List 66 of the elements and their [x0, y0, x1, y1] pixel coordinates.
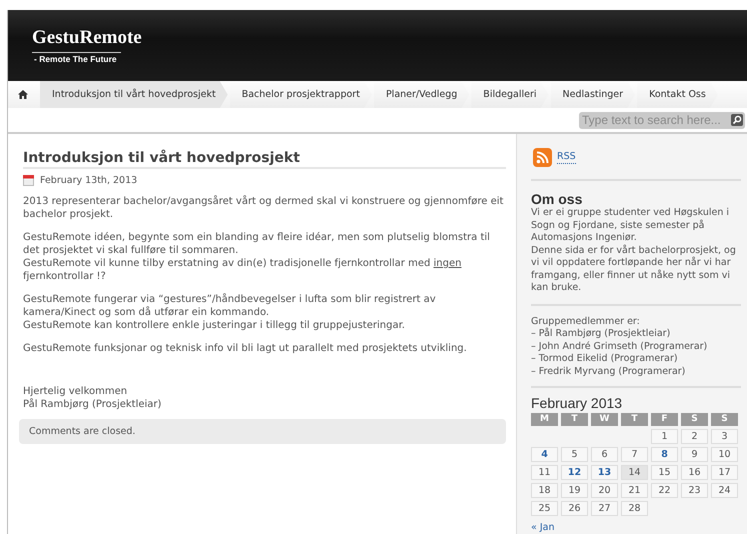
calendar-day: 9: [681, 446, 708, 462]
paragraph: 2013 representerar bachelor/avgangsåret vårt og dermed skal vi konstruere og gjennomføre eit bachelor prosjekt.: [23, 195, 504, 221]
member-line: – John André Grimseth (Programerar): [531, 340, 708, 353]
weekday-header: W: [591, 412, 618, 426]
calendar-day: 14: [621, 464, 648, 480]
about-text: Denne sida er for vårt bachelorprosjekt, og vi vil oppdatere fortløpande her når vi har framgang, eller finner ut nåke nytt som vi kan bruke.: [531, 244, 737, 294]
weekday-header: S: [681, 412, 708, 426]
weekday-header: T: [621, 412, 648, 426]
calendar-day: 16: [681, 464, 708, 480]
calendar-day: 24: [711, 482, 738, 498]
calendar-day: 1: [651, 428, 678, 444]
calendar-day: 19: [561, 482, 588, 498]
paragraph: GestuRemote idéen, begynte som ein blanding av fleire idéar, men som plutselig blomstra til det prosjektet vi skal fullføre til sommaren.: [23, 231, 491, 257]
calendar-day: 17: [711, 464, 738, 480]
site-title: GestuRemote: [32, 26, 142, 49]
signature-line: Hjertelig velkommen: [23, 385, 128, 398]
previous-month-link[interactable]: « Jan: [531, 522, 554, 534]
paragraph: GestuRemote funksjonar og teknisk info vil bli lagt ut parallelt med prosjektets utvikling.: [23, 342, 468, 355]
weekday-header: F: [651, 412, 678, 426]
member-line: – Pål Rambjørg (Prosjektleiar): [531, 328, 672, 340]
about-heading: Om oss: [531, 192, 584, 206]
search-field[interactable]: Type text to search here...: [579, 112, 745, 129]
post-title[interactable]: Introduksjon til vårt hovedprosjekt: [23, 152, 506, 169]
member-line: Gruppemedlemmer er:: [531, 316, 641, 328]
member-line: – Fredrik Myrvang (Programerar): [531, 366, 686, 378]
weekday-header: T: [561, 412, 588, 426]
calendar-day: 22: [651, 482, 678, 498]
paragraph: GestuRemote vil kunne tilby erstatning av din(e) tradisjonelle fjernkontrollar med ingen fjernkontrollar !?: [23, 257, 462, 283]
home-icon[interactable]: [18, 90, 28, 100]
calendar-day: 11: [531, 464, 558, 480]
calendar-day: 6: [591, 446, 618, 462]
calendar-day: 23: [681, 482, 708, 498]
text-link[interactable]: ingen: [434, 258, 462, 269]
calendar-day: 15: [651, 464, 678, 480]
calendar-day: 28: [621, 500, 648, 516]
calendar-icon: [23, 175, 34, 186]
calendar-day: 3: [711, 428, 738, 444]
comments-notice: Comments are closed.: [19, 419, 506, 444]
post-date: February 13th, 2013: [40, 174, 138, 187]
member-line: – Tormod Eikelid (Programerar): [531, 353, 679, 366]
nav-tab[interactable]: Introduksjon til vårt hovedprosjekt: [40, 80, 228, 108]
calendar-day: 27: [591, 500, 618, 516]
calendar-day: 18: [531, 482, 558, 498]
calendar-title: February 2013: [531, 397, 624, 410]
rss-icon[interactable]: [533, 148, 552, 167]
calendar-day: 10: [711, 446, 738, 462]
calendar-day[interactable]: 4: [531, 446, 558, 462]
calendar-day: 25: [531, 500, 558, 516]
calendar-day[interactable]: 8: [651, 446, 678, 462]
calendar-day: 21: [621, 482, 648, 498]
calendar-day: 20: [591, 482, 618, 498]
calendar-day[interactable]: 12: [561, 464, 588, 480]
calendar-day: 26: [561, 500, 588, 516]
about-text: Vi er ei gruppe studenter ved Høgskulen i Sogn og Fjordane, siste semester på Automasjons Ingeniør.: [531, 207, 730, 244]
calendar-day: 5: [561, 446, 588, 462]
calendar-day: 2: [681, 428, 708, 444]
calendar-day: 7: [621, 446, 648, 462]
weekday-header: S: [711, 412, 738, 426]
rss-link[interactable]: RSS: [557, 150, 576, 164]
paragraph: GestuRemote kan kontrollere enkle justeringar i tillegg til gruppejusteringar.: [23, 319, 406, 332]
weekday-header: M: [531, 412, 558, 426]
calendar-day[interactable]: 13: [591, 464, 618, 480]
paragraph: GestuRemote fungerar via “gestures”/håndbevegelser i lufta som blir registrert av kamera/Kinect og som då utførar ein kommando.: [23, 293, 437, 319]
signature-line: Pål Rambjørg (Prosjektleiar): [23, 398, 162, 411]
site-tagline: - Remote The Future: [32, 52, 121, 64]
search-icon[interactable]: [731, 114, 743, 126]
